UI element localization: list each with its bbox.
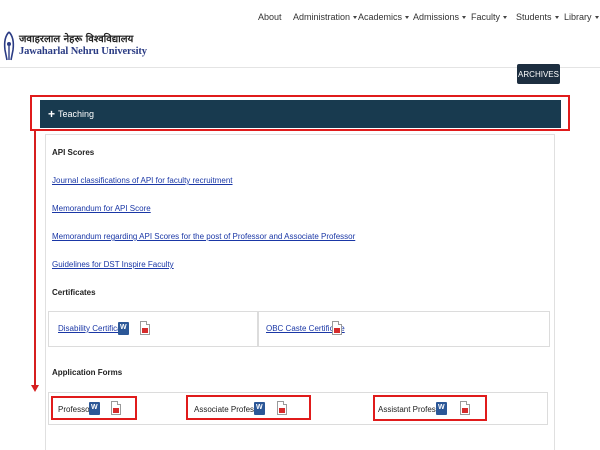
pdf-icon[interactable] — [111, 401, 121, 415]
nav-faculty[interactable]: Faculty — [471, 12, 508, 22]
word-icon[interactable] — [118, 322, 129, 335]
caret-down-icon — [462, 16, 467, 20]
pdf-icon[interactable] — [332, 321, 342, 335]
university-logo[interactable]: जवाहरलाल नेहरू विश्वविद्यालय Jawaharlal … — [2, 30, 147, 64]
teaching-label: Teaching — [58, 109, 95, 119]
caret-down-icon — [405, 16, 410, 20]
nav-library[interactable]: Library — [564, 12, 599, 22]
archives-button[interactable]: ARCHIVES — [517, 64, 560, 84]
annotation-arrow-line — [34, 131, 36, 387]
logo-hindi-text: जवाहरलाल नेहरू विश्वविद्यालय — [19, 34, 134, 45]
api-scores-heading: API Scores — [52, 148, 95, 157]
nav-label: Academics — [358, 12, 403, 22]
pdf-icon[interactable] — [140, 321, 150, 335]
jnu-emblem-icon — [3, 31, 15, 61]
pdf-icon[interactable] — [277, 401, 287, 415]
plus-icon: + — [48, 107, 56, 121]
logo-english-text: Jawaharlal Nehru University — [19, 46, 147, 57]
link-dst-inspire[interactable]: Guidelines for DST Inspire Faculty — [52, 260, 174, 269]
arrow-down-icon — [31, 385, 39, 392]
word-icon[interactable] — [436, 402, 447, 415]
word-icon[interactable] — [89, 402, 100, 415]
nav-admissions[interactable]: Admissions — [413, 12, 467, 22]
caret-down-icon — [554, 16, 559, 20]
nav-academics[interactable]: Academics — [358, 12, 410, 22]
link-memorandum-api-score[interactable]: Memorandum for API Score — [52, 204, 151, 213]
nav-label: Faculty — [471, 12, 501, 22]
certificates-heading: Certificates — [52, 288, 96, 297]
caret-down-icon — [594, 16, 599, 20]
application-forms-heading: Application Forms — [52, 368, 123, 377]
nav-label: About — [258, 12, 282, 22]
professor-label: Professor — [58, 405, 93, 414]
caret-down-icon — [353, 16, 358, 20]
caret-down-icon — [503, 16, 508, 20]
pdf-icon[interactable] — [460, 401, 470, 415]
nav-label: Library — [564, 12, 592, 22]
nav-administration[interactable]: Administration — [293, 12, 358, 22]
site-header: जवाहरलाल नेहरू विश्वविद्यालय Jawaharlal … — [0, 0, 600, 68]
link-memorandum-professor[interactable]: Memorandum regarding API Scores for the … — [52, 232, 355, 241]
nav-students[interactable]: Students — [516, 12, 559, 22]
nav-label: Admissions — [413, 12, 460, 22]
link-journal-classifications[interactable]: Journal classifications of API for facul… — [52, 176, 233, 185]
word-icon[interactable] — [254, 402, 265, 415]
nav-label: Students — [516, 12, 552, 22]
teaching-accordion-header[interactable]: + Teaching — [40, 100, 561, 128]
nav-label: Administration — [293, 12, 351, 22]
nav-about[interactable]: About — [258, 12, 282, 22]
